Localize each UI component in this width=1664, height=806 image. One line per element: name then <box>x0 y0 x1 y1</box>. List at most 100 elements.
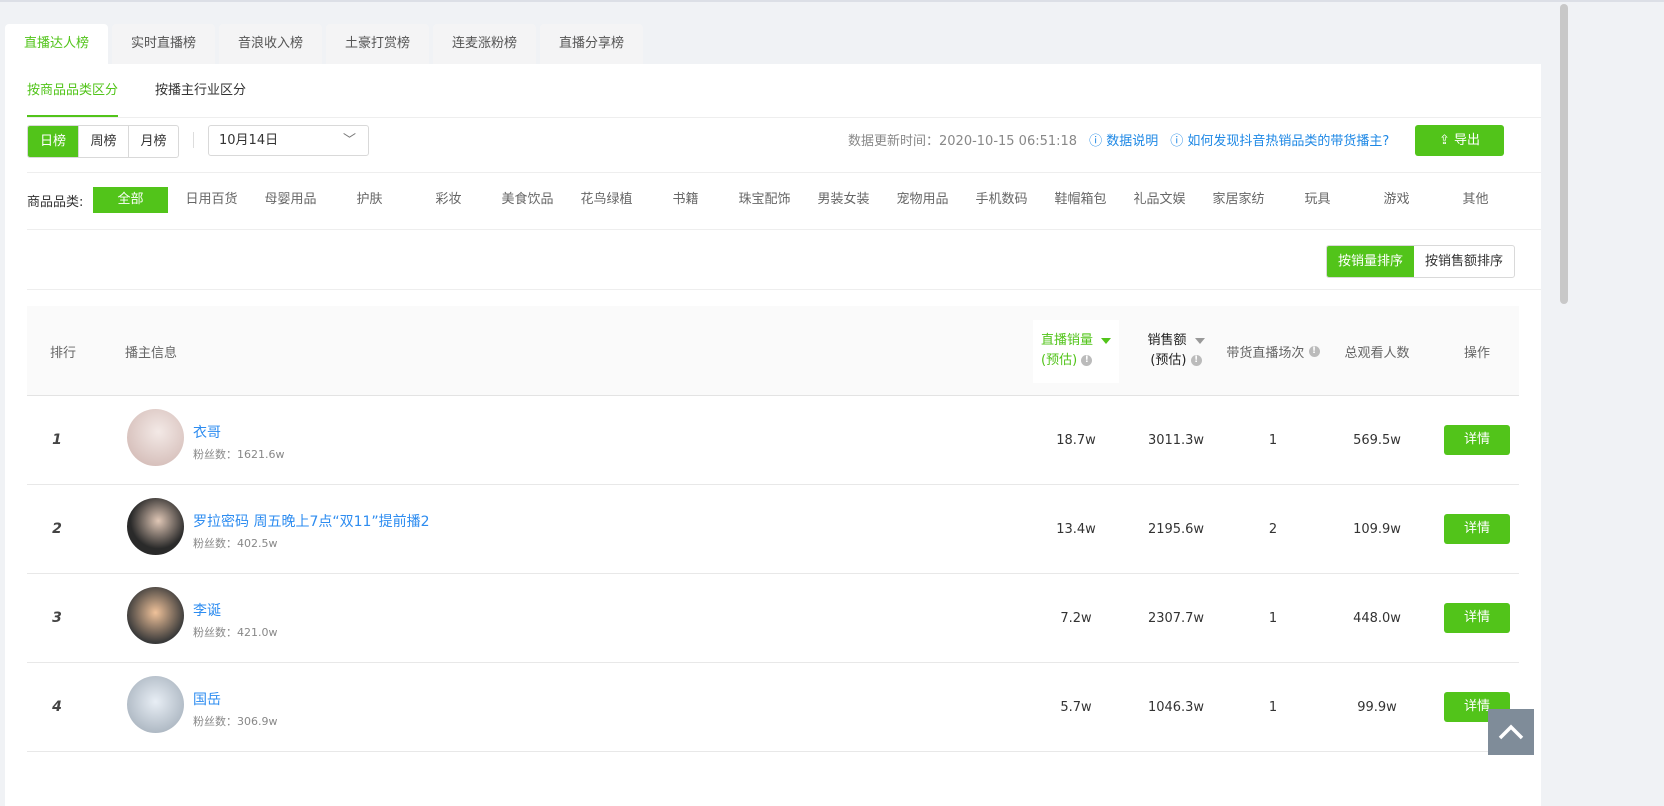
viewers-value: 448.0w <box>1353 610 1401 626</box>
period-week[interactable]: 周榜 <box>78 126 128 157</box>
category-item[interactable]: 花鸟绿植 <box>567 187 646 213</box>
divider <box>27 289 1541 290</box>
table-row: 4 国岳 粉丝数：306.9w 5.7w 1046.3w 1 99.9w 详情 <box>27 663 1519 752</box>
sort-by-sales[interactable]: 按销量排序 <box>1327 246 1415 277</box>
category-item[interactable]: 母婴用品 <box>251 187 330 213</box>
category-item[interactable]: 其他 <box>1436 187 1515 213</box>
subtab-by-industry[interactable]: 按播主行业区分 <box>155 64 246 117</box>
data-desc-label: 数据说明 <box>1106 134 1159 149</box>
sort-icon <box>1194 337 1205 344</box>
tab-rich-gifts[interactable]: 土豪打赏榜 <box>326 24 429 64</box>
rank: 3 <box>52 610 62 626</box>
header-sessions-label: 带货直播场次 <box>1226 345 1305 361</box>
category-item[interactable]: 书籍 <box>646 187 725 213</box>
fans-count: 粉丝数：402.5w <box>193 537 278 550</box>
category-item[interactable]: 手机数码 <box>962 187 1041 213</box>
header-viewers: 总观看人数 <box>1344 345 1410 361</box>
category-item[interactable]: 礼品文娱 <box>1120 187 1199 213</box>
table-header: 排行 播主信息 直播销量 (预估) ! 销售额 (预估) ! 带货直播场次 ! 总观… <box>27 306 1519 396</box>
viewers-value: 99.9w <box>1357 699 1397 715</box>
data-desc-link[interactable]: ⓘ 数据说明 <box>1089 130 1158 149</box>
sessions-value: 1 <box>1268 699 1278 715</box>
detail-button[interactable]: 详情 <box>1444 603 1510 633</box>
export-label: 导出 <box>1454 133 1481 148</box>
question-icon: ⓘ <box>1089 134 1107 149</box>
back-to-top-button[interactable] <box>1488 709 1534 755</box>
scrollbar[interactable] <box>1560 4 1568 304</box>
table-row: 1 衣哥 粉丝数：1621.6w 18.7w 3011.3w 1 569.5w … <box>27 396 1519 485</box>
header-info: 播主信息 <box>125 345 178 361</box>
period-day[interactable]: 日榜 <box>28 126 78 157</box>
tab-sound-income[interactable]: 音浪收入榜 <box>219 24 322 64</box>
sort-by-amount[interactable]: 按销售额排序 <box>1414 246 1514 277</box>
category-filter: 商品品类: 全部 日用百货 母婴用品 护肤 彩妆 美食饮品 花鸟绿植 书籍 珠宝… <box>27 187 1515 213</box>
info-icon: ! <box>1190 355 1202 366</box>
header-amount-sub: (预估) <box>1150 353 1187 368</box>
divider <box>27 117 1541 118</box>
header-sales-label: 直播销量 <box>1041 333 1094 348</box>
main-panel: 按商品品类区分 按播主行业区分 日榜 周榜 月榜 10月14日 ﹀ 数据更新时间：… <box>5 64 1541 806</box>
tab-link-fans[interactable]: 连麦涨粉榜 <box>433 24 536 64</box>
category-item[interactable]: 家居家纺 <box>1199 187 1278 213</box>
category-item[interactable]: 男装女装 <box>804 187 883 213</box>
update-time: 数据更新时间：2020-10-15 06:51:18 <box>848 134 1078 149</box>
category-item[interactable]: 玩具 <box>1278 187 1357 213</box>
subtab-by-category[interactable]: 按商品品类区分 <box>27 64 119 117</box>
date-value: 10月14日 <box>219 133 279 148</box>
period-month[interactable]: 月榜 <box>128 126 178 157</box>
info-icon: ! <box>1081 355 1093 366</box>
category-item[interactable]: 日用百货 <box>172 187 251 213</box>
rank: 1 <box>52 432 62 448</box>
chevron-up-icon <box>1498 724 1524 740</box>
info-icon: ! <box>1308 345 1320 357</box>
table-row: 2 罗拉密码 周五晚上7点“双11”提前播2 粉丝数：402.5w 13.4w … <box>27 485 1519 574</box>
avatar[interactable] <box>127 409 184 466</box>
category-item[interactable]: 护肤 <box>330 187 409 213</box>
tab-realtime-live[interactable]: 实时直播榜 <box>112 24 215 64</box>
detail-button[interactable]: 详情 <box>1444 514 1510 544</box>
header-amount-label: 销售额 <box>1147 333 1187 348</box>
sales-value: 13.4w <box>1056 521 1096 537</box>
amount-value: 1046.3w <box>1147 699 1205 715</box>
header-sales[interactable]: 直播销量 (预估) ! <box>1041 306 1119 396</box>
header-action: 操作 <box>1463 345 1490 361</box>
sessions-value: 2 <box>1268 521 1278 537</box>
fans-count: 粉丝数：1621.6w <box>193 448 285 461</box>
tab-live-talent[interactable]: 直播达人榜 <box>5 24 108 64</box>
amount-value: 2307.7w <box>1147 610 1205 626</box>
streamer-name[interactable]: 李诞 <box>193 600 221 620</box>
category-item[interactable]: 游戏 <box>1357 187 1436 213</box>
fans-count: 粉丝数：306.9w <box>193 715 278 728</box>
date-select[interactable]: 10月14日 ﹀ <box>208 125 369 156</box>
category-item[interactable]: 全部 <box>93 187 168 213</box>
category-item[interactable]: 珠宝配饰 <box>725 187 804 213</box>
rank: 2 <box>52 521 62 537</box>
header-sales-sub: (预估) <box>1041 353 1078 368</box>
viewers-value: 569.5w <box>1353 432 1401 448</box>
chevron-down-icon: ﹀ <box>342 133 356 148</box>
export-button[interactable]: ⇪ 导出 <box>1415 125 1504 156</box>
category-item[interactable]: 鞋帽箱包 <box>1041 187 1120 213</box>
avatar[interactable] <box>127 587 184 644</box>
header-rank: 排行 <box>49 345 76 361</box>
category-item[interactable]: 彩妆 <box>409 187 488 213</box>
amount-value: 3011.3w <box>1147 432 1205 448</box>
streamer-name[interactable]: 国岳 <box>193 689 221 709</box>
subtabs: 按商品品类区分 按播主行业区分 <box>27 64 246 117</box>
streamer-name[interactable]: 衣哥 <box>193 422 221 442</box>
meta-info: 数据更新时间：2020-10-15 06:51:18 ⓘ 数据说明 ⓘ 如何发现… <box>848 130 1389 149</box>
period-selector: 日榜 周榜 月榜 <box>27 125 179 158</box>
howto-label: 如何发现抖音热销品类的带货播主? <box>1187 134 1390 149</box>
category-item[interactable]: 美食饮品 <box>488 187 567 213</box>
avatar[interactable] <box>127 676 184 733</box>
header-amount[interactable]: 销售额 (预估) ! <box>1143 306 1209 396</box>
sales-value: 18.7w <box>1056 432 1096 448</box>
upload-icon: ⇪ <box>1438 133 1454 148</box>
detail-button[interactable]: 详情 <box>1444 425 1510 455</box>
streamer-name[interactable]: 罗拉密码 周五晚上7点“双11”提前播2 <box>193 511 430 531</box>
howto-link[interactable]: ⓘ 如何发现抖音热销品类的带货播主? <box>1170 130 1389 149</box>
category-item[interactable]: 宠物用品 <box>883 187 962 213</box>
tab-live-share[interactable]: 直播分享榜 <box>540 24 643 64</box>
divider <box>193 132 194 148</box>
avatar[interactable] <box>127 498 184 555</box>
